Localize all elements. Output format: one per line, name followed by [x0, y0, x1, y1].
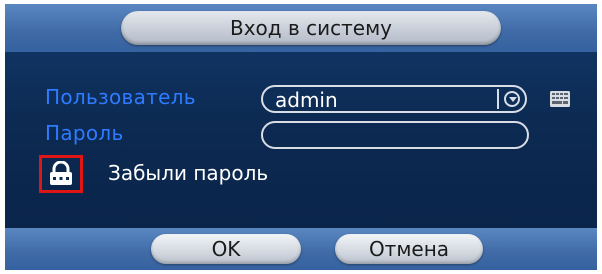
- forgot-password-label[interactable]: Забыли пароль: [108, 161, 268, 185]
- user-label: Пользователь: [45, 85, 196, 109]
- password-field[interactable]: [261, 121, 529, 149]
- dropdown-separator: [497, 89, 499, 109]
- cancel-button[interactable]: Отмена: [335, 234, 483, 264]
- keyboard-icon[interactable]: [549, 90, 571, 108]
- lock-icon: [50, 161, 72, 185]
- forgot-password-button[interactable]: [39, 155, 83, 193]
- button-bar: OK Отмена: [5, 228, 597, 270]
- title-bar: Вход в систему: [5, 4, 597, 52]
- ok-button[interactable]: OK: [151, 234, 301, 264]
- login-dialog: Вход в систему Пользователь admin Пароль…: [5, 4, 597, 270]
- chevron-down-icon[interactable]: [504, 91, 520, 107]
- password-label: Пароль: [45, 121, 124, 145]
- user-select[interactable]: admin: [261, 85, 527, 113]
- dialog-title: Вход в систему: [121, 11, 501, 45]
- user-select-value: admin: [275, 88, 338, 112]
